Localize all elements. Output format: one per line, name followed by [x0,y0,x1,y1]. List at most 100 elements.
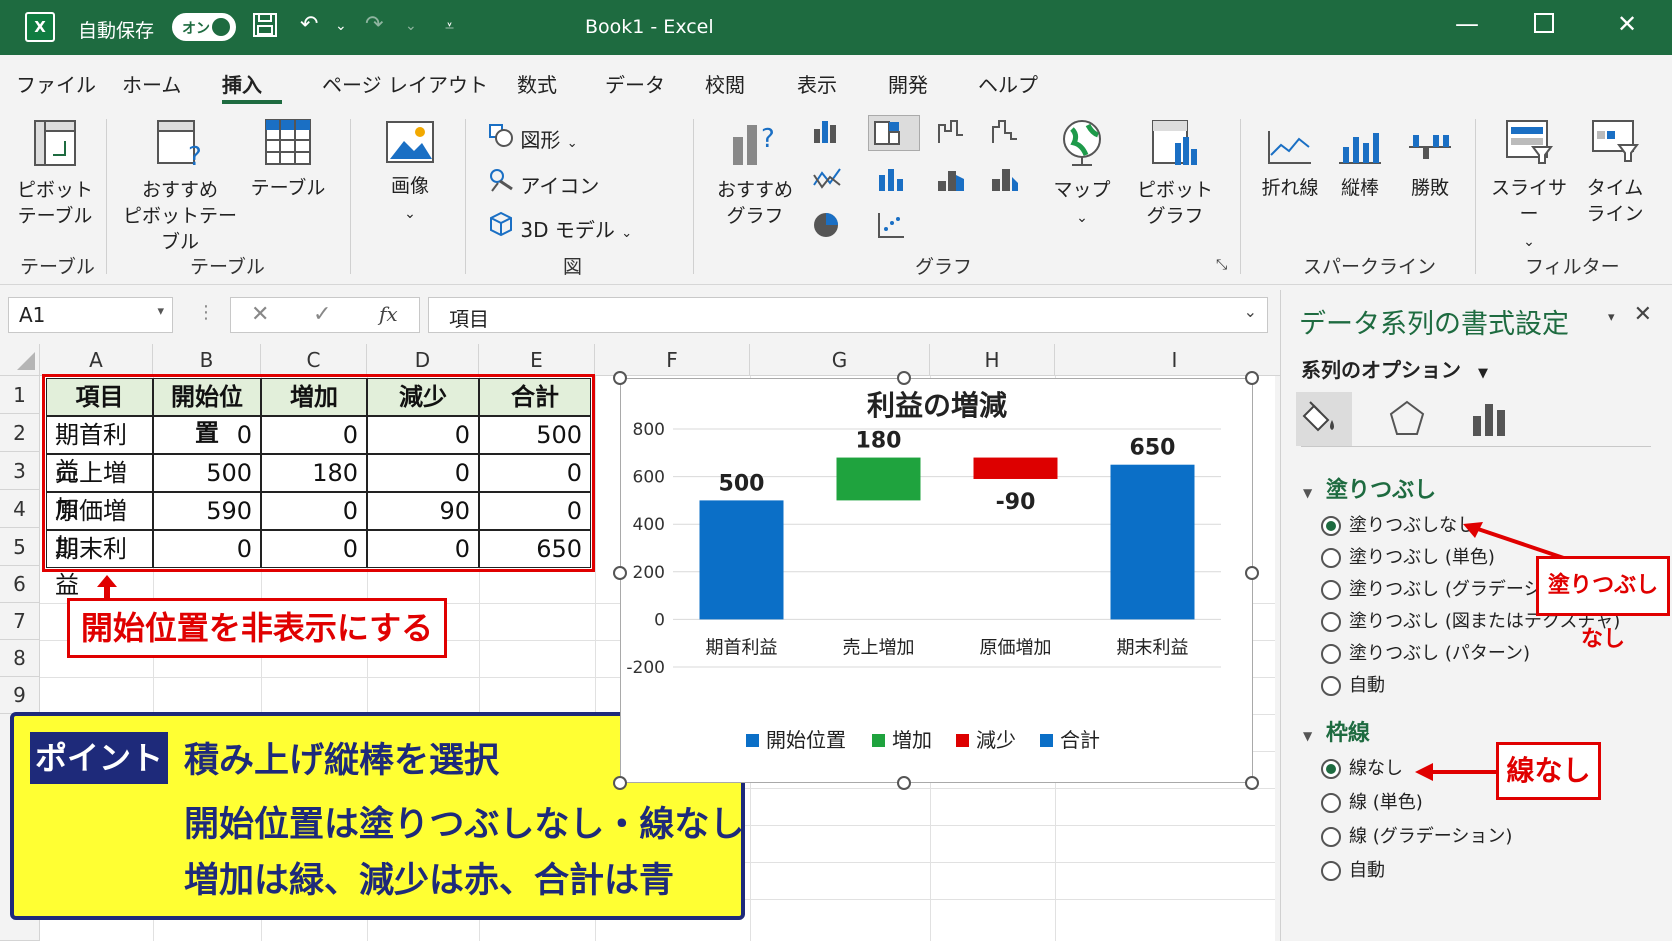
redo-icon[interactable]: ↷ [365,12,383,37]
row-header-1[interactable]: 1 [0,376,40,414]
cancel-icon[interactable]: ✕ [251,302,269,327]
name-box-dropdown-icon[interactable]: ▾ [157,304,164,319]
sparkline-line-button[interactable]: 折れ線 [1255,127,1325,201]
formula-input[interactable]: 項目 ⌄ [428,297,1268,333]
timeline-button[interactable]: タイム ライン [1575,117,1655,227]
pivot-chart-button[interactable]: ピボット グラフ [1130,117,1220,229]
chart-resize-handle[interactable] [1245,566,1259,580]
tab-insert[interactable]: 挿入 [222,69,262,98]
data-label: 500 [719,471,765,496]
row-header-3[interactable]: 3 [0,452,40,490]
series-options-chevron-icon: ▼ [1477,366,1488,381]
combo-chart-icon[interactable] [876,165,910,195]
tab-help[interactable]: ヘルプ [978,69,1038,98]
scatter-plot-icon[interactable] [876,211,910,241]
enter-icon[interactable]: ✓ [313,302,331,327]
pivot-table-button[interactable]: ピボット テーブル [10,117,100,229]
recommended-pivot-button[interactable]: ? おすすめ ピボットテーブル [115,117,245,255]
group-label-filter: フィルター [1525,256,1620,278]
row-header-6[interactable]: 6 [0,566,40,603]
undo-dropdown-icon[interactable]: ⌄ [335,18,347,34]
tab-file[interactable]: ファイル [16,69,96,98]
effects-tab[interactable] [1379,392,1435,446]
tab-data[interactable]: データ [605,69,665,98]
sparkline-winloss-button[interactable]: 勝敗 [1395,127,1465,201]
area-chart-icon[interactable] [936,165,970,195]
series-options-tab[interactable] [1461,392,1517,446]
line-chart-icon[interactable] [812,165,846,195]
radio-line-gradient[interactable]: 線 (グラデーション) [1321,822,1512,848]
select-all-corner[interactable] [0,344,40,376]
undo-icon[interactable]: ↶ [300,12,318,37]
scatter-chart-icon[interactable] [990,165,1024,195]
3d-model-button[interactable]: 3D モデル ⌄ [488,211,632,243]
radio-line-solid[interactable]: 線 (単色) [1321,788,1423,814]
map-button[interactable]: マップ ⌄ [1042,117,1122,231]
pane-close-icon[interactable]: ✕ [1634,302,1652,327]
row-header-4[interactable]: 4 [0,490,40,528]
sparkline-line-label: 折れ線 [1261,177,1319,199]
radio-fill-auto[interactable]: 自動 [1321,671,1385,697]
image-button[interactable]: 画像 ⌄ [370,119,450,227]
tab-review[interactable]: 校閲 [705,69,745,98]
fill-line-tab[interactable] [1296,392,1352,446]
column-header-e[interactable]: E [479,344,595,376]
redo-dropdown-icon[interactable]: ⌄ [405,18,417,34]
save-icon[interactable] [252,12,278,44]
column-header-a[interactable]: A [40,344,153,376]
column-chart-icon[interactable] [812,117,846,147]
waterfall-chart[interactable]: 利益の増減 800 600 400 200 0 -200 500 期首利益 180 売上増加 -90 原… [620,378,1253,783]
close-icon[interactable]: ✕ [1617,10,1637,38]
column-header-h[interactable]: H [930,344,1055,376]
chart-dialog-launcher-icon[interactable]: ⤡ [1216,257,1227,273]
pie-chart-icon[interactable] [812,211,846,241]
sparkline-column-button[interactable]: 縦棒 [1325,127,1395,201]
row-header-9[interactable]: 9 [0,677,40,714]
chart-resize-handle[interactable] [1245,776,1259,790]
pane-options-icon[interactable]: ▾ [1608,310,1615,325]
chart-resize-handle[interactable] [897,776,911,790]
row-header-2[interactable]: 2 [0,414,40,452]
slicer-button[interactable]: スライサー ⌄ [1485,117,1573,255]
insert-function-icon[interactable]: fx [379,302,398,326]
radio-fill-pattern[interactable]: 塗りつぶし (パターン) [1321,639,1530,665]
radio-line-none[interactable]: 線なし [1321,754,1403,780]
statistic-chart-icon[interactable] [990,117,1024,147]
name-box[interactable]: A1 ▾ [8,297,173,333]
customize-qat-icon[interactable]: ⩡ [445,16,454,36]
expand-formula-icon[interactable]: ⌄ [1244,302,1257,321]
autosave-toggle[interactable]: オン [172,13,236,41]
chart-resize-handle[interactable] [613,776,627,790]
column-header-i[interactable]: I [1055,344,1295,376]
minimize-icon[interactable]: — [1455,10,1479,38]
tab-formulas[interactable]: 数式 [517,69,557,98]
chart-resize-handle[interactable] [613,371,627,385]
radio-fill-none[interactable]: 塗りつぶしなし [1321,511,1475,537]
table-button[interactable]: テーブル [248,117,328,201]
group-label-figure: 図 [563,256,583,278]
maximize-icon[interactable] [1533,12,1555,40]
tab-view[interactable]: 表示 [797,69,837,98]
tab-page-layout[interactable]: ページ レイアウト [322,69,488,98]
fill-none-callout: 塗りつぶしなし [1536,556,1670,652]
row-header-5[interactable]: 5 [0,528,40,566]
line-section-header[interactable]: ▼ 枠線 [1303,715,1370,747]
tab-developer[interactable]: 開発 [888,69,928,98]
column-header-c[interactable]: C [261,344,367,376]
shapes-button[interactable]: 図形 ⌄ [488,123,578,153]
radio-line-auto[interactable]: 自動 [1321,856,1385,882]
hierarchy-chart-icon[interactable] [868,115,920,151]
series-options-dropdown[interactable]: 系列のオプション ▼ [1301,354,1488,383]
column-header-b[interactable]: B [153,344,261,376]
recommended-chart-button[interactable]: ? おすすめ グラフ [710,117,800,229]
chart-resize-handle[interactable] [613,566,627,580]
chart-resize-handle[interactable] [897,371,911,385]
icons-button[interactable]: アイコン [488,167,599,199]
row-header-8[interactable]: 8 [0,640,40,677]
waterfall-chart-icon[interactable] [936,117,970,147]
column-header-d[interactable]: D [367,344,479,376]
fill-section-header[interactable]: ▼ 塗りつぶし [1303,472,1436,504]
chart-resize-handle[interactable] [1245,371,1259,385]
row-header-7[interactable]: 7 [0,603,40,640]
tab-home[interactable]: ホーム [122,69,181,98]
